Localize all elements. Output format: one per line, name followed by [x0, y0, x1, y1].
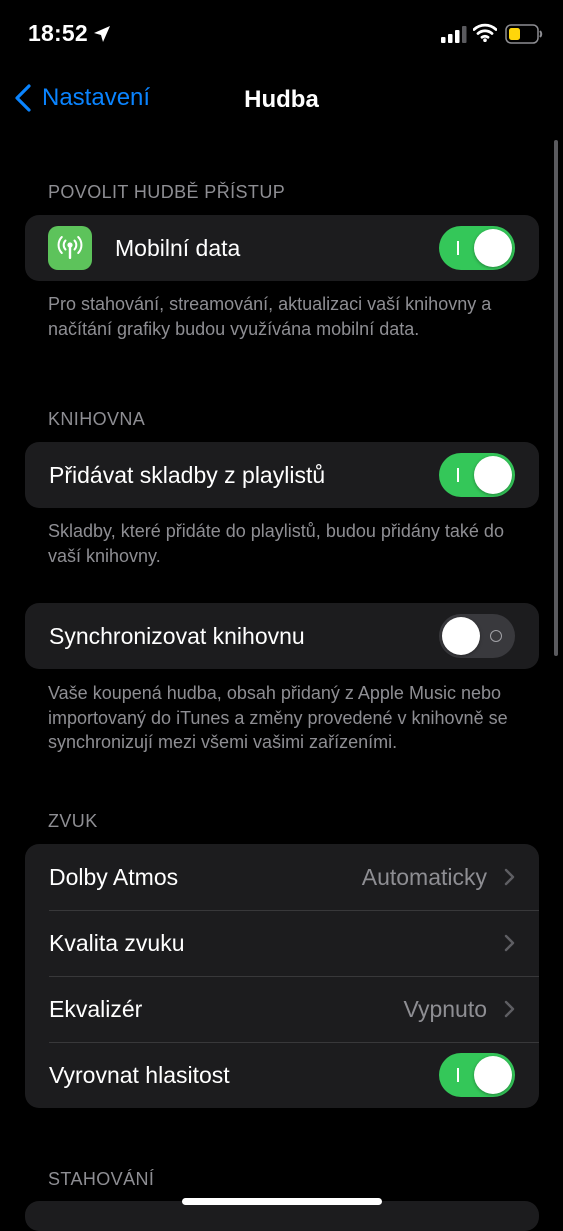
- antenna-icon: [48, 226, 92, 270]
- row-sound-check[interactable]: Vyrovnat hlasitost: [25, 1042, 539, 1108]
- sound-check-toggle[interactable]: [439, 1053, 515, 1097]
- status-time: 18:52: [28, 20, 88, 46]
- toggle-on-mark: [457, 468, 459, 482]
- cellular-signal-icon: [441, 26, 467, 43]
- navigation-bar: Nastavení Hudba: [0, 70, 563, 130]
- battery-icon: [505, 24, 543, 44]
- row-sync-library[interactable]: Synchronizovat knihovnu: [25, 603, 539, 669]
- group-library-add: Přidávat skladby z playlistů: [25, 442, 539, 508]
- add-songs-label: Přidávat skladby z playlistů: [49, 461, 326, 488]
- toggle-knob: [474, 229, 512, 267]
- sound-check-label: Vyrovnat hlasitost: [49, 1061, 230, 1088]
- sync-library-label: Synchronizovat knihovnu: [49, 622, 305, 649]
- row-sound-quality[interactable]: Kvalita zvuku: [25, 910, 539, 976]
- toggle-on-mark: [457, 1068, 459, 1082]
- location-arrow-icon: [94, 26, 110, 42]
- toggle-off-mark: [490, 630, 502, 642]
- toggle-on-mark: [457, 241, 459, 255]
- chevron-right-icon: [504, 868, 515, 886]
- toggle-knob: [474, 1056, 512, 1094]
- mobile-data-label: Mobilní data: [115, 234, 241, 261]
- row-mobile-data[interactable]: Mobilní data: [25, 215, 539, 281]
- equalizer-value: Vypnuto: [403, 995, 487, 1022]
- sound-quality-label: Kvalita zvuku: [49, 929, 185, 956]
- wifi-icon: [473, 23, 497, 42]
- section-header-access: POVOLIT HUDBĚ PŘÍSTUP: [48, 182, 286, 202]
- access-footer: Pro stahování, streamování, aktualizaci …: [48, 294, 492, 339]
- row-dolby-atmos[interactable]: Dolby Atmos Automaticky: [25, 844, 539, 910]
- equalizer-label: Ekvalizér: [49, 995, 143, 1022]
- section-header-sound: ZVUK: [48, 811, 98, 831]
- group-downloads: [25, 1201, 539, 1231]
- dolby-atmos-value: Automaticky: [361, 863, 487, 890]
- group-sound: Dolby Atmos Automaticky Kvalita zvuku Ek…: [25, 844, 539, 1108]
- page-title: Hudba: [244, 86, 319, 113]
- dolby-atmos-label: Dolby Atmos: [49, 863, 179, 890]
- mobile-data-toggle[interactable]: [439, 226, 515, 270]
- group-library-sync: Synchronizovat knihovnu: [25, 603, 539, 669]
- toggle-knob: [442, 617, 480, 655]
- toggle-knob: [474, 456, 512, 494]
- add-songs-toggle[interactable]: [439, 453, 515, 497]
- home-indicator[interactable]: [182, 1198, 382, 1205]
- section-header-library: KNIHOVNA: [48, 409, 146, 429]
- scrollbar[interactable]: [554, 140, 558, 656]
- chevron-right-icon: [504, 934, 515, 952]
- group-access: Mobilní data: [25, 215, 539, 281]
- section-header-downloads: STAHOVÁNÍ: [48, 1169, 155, 1189]
- sync-library-footer: Vaše koupená hudba, obsah přidaný z Appl…: [48, 683, 508, 752]
- sync-library-toggle[interactable]: [439, 614, 515, 658]
- chevron-right-icon: [504, 1000, 515, 1018]
- row-equalizer[interactable]: Ekvalizér Vypnuto: [25, 976, 539, 1042]
- row-add-songs[interactable]: Přidávat skladby z playlistů: [25, 442, 539, 508]
- add-songs-footer: Skladby, které přidáte do playlistů, bud…: [48, 521, 504, 566]
- status-bar: 18:52: [0, 0, 563, 70]
